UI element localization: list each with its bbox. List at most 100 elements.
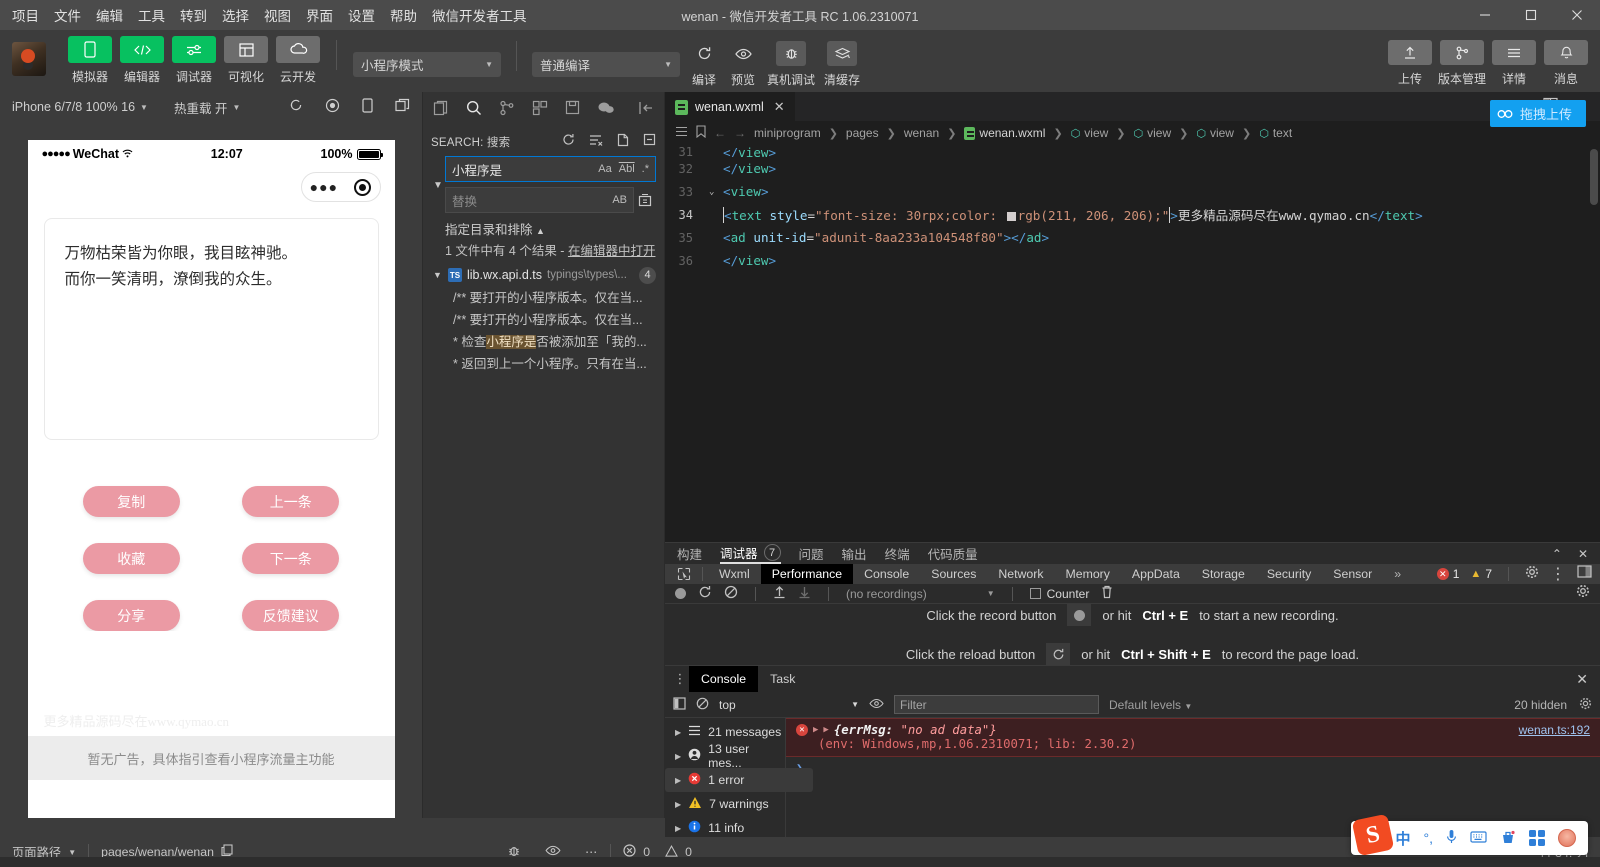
devtab-overflow-icon[interactable]: » xyxy=(1383,564,1412,584)
toolbar-button-visualization[interactable]: 可视化 xyxy=(224,36,268,85)
inspect-element-icon[interactable] xyxy=(671,567,697,581)
devtools-tab-codequality[interactable]: 代码质量 xyxy=(928,543,978,564)
console-filter-eye-icon[interactable] xyxy=(869,697,884,712)
save-all-icon[interactable] xyxy=(565,100,580,120)
console-sidebar-user-messages[interactable]: ▶ 13 user mes... xyxy=(665,742,785,770)
toolbox-icon[interactable] xyxy=(1500,830,1516,847)
match-word-icon[interactable]: Abl xyxy=(619,163,635,175)
counter-checkbox[interactable]: Counter xyxy=(1029,587,1089,601)
search-result-file-row[interactable]: ▼ TS lib.wx.api.d.ts typings\types\... 4 xyxy=(423,261,664,284)
breadcrumb-miniprogram[interactable]: miniprogram xyxy=(754,126,821,140)
search-match-row[interactable]: * 检查小程序是否被添加至「我的... xyxy=(423,328,664,350)
console-context-select[interactable]: top ▼ xyxy=(719,698,859,712)
minimize-icon[interactable] xyxy=(1462,0,1508,30)
reload-record-icon[interactable] xyxy=(698,585,712,602)
menu-item-tools[interactable]: 工具 xyxy=(138,5,165,25)
bookmark-icon[interactable] xyxy=(696,125,706,141)
menu-item-project[interactable]: 项目 xyxy=(12,5,39,25)
menu-item-view[interactable]: 视图 xyxy=(264,5,291,25)
search-match-row[interactable]: * 返回到上一个小程序。只有在当... xyxy=(423,350,664,372)
color-swatch[interactable] xyxy=(1006,212,1016,221)
breadcrumb-view-1[interactable]: ⬡ view xyxy=(1071,126,1109,140)
more-dots-icon[interactable]: ●●● xyxy=(310,179,338,195)
record-screen-icon[interactable] xyxy=(325,98,340,116)
match-case-icon[interactable]: Aa xyxy=(598,163,611,175)
breadcrumb-view-3[interactable]: ⬡ view xyxy=(1196,126,1234,140)
fold-toggle[interactable]: ⌄ xyxy=(709,187,723,197)
breadcrumb-wenan[interactable]: wenan xyxy=(904,126,939,140)
device-select[interactable]: iPhone 6/7/8 100% 16 ▼ xyxy=(12,100,148,114)
clear-search-icon[interactable] xyxy=(589,133,603,152)
search-match-row[interactable]: /** 要打开的小程序版本。仅在当... xyxy=(423,284,664,306)
devtools-tab-build[interactable]: 构建 xyxy=(677,543,702,564)
new-search-editor-icon[interactable] xyxy=(617,133,629,152)
devtab-storage[interactable]: Storage xyxy=(1191,564,1256,584)
collapse-panel-icon[interactable] xyxy=(638,101,654,120)
devtools-tab-debugger[interactable]: 调试器 7 xyxy=(720,543,781,564)
perf-settings-icon[interactable] xyxy=(1576,584,1590,603)
dock-side-icon[interactable] xyxy=(1577,565,1592,583)
code-editor[interactable]: 31 </view> 32 </view> 33 ⌄ <view> 34 <<t… xyxy=(665,145,1600,542)
error-count-badge[interactable]: ✕ 1 xyxy=(1436,567,1459,581)
nav-back-icon[interactable]: ← xyxy=(714,126,726,140)
mic-icon[interactable] xyxy=(1446,829,1457,847)
record-button[interactable] xyxy=(675,588,686,599)
toolbar-button-debugger[interactable]: 调试器 xyxy=(172,36,216,85)
console-error-row[interactable]: ✕ ▶ ▶ {errMsg: "no ad data"} (env: Windo… xyxy=(786,718,1600,757)
outline-icon[interactable] xyxy=(675,126,688,140)
console-filter-input[interactable]: Filter xyxy=(894,695,1099,714)
recordings-select[interactable]: (no recordings) ▼ xyxy=(846,587,995,601)
console-prompt[interactable]: ❯ xyxy=(786,757,1600,779)
toolbar-button-editor[interactable]: 编辑器 xyxy=(120,36,164,85)
next-button[interactable]: 下一条 xyxy=(242,543,340,574)
apps-icon[interactable] xyxy=(1529,830,1545,846)
breadcrumb-pages[interactable]: pages xyxy=(846,126,879,140)
expand-arrow-icon-2[interactable]: ▶ xyxy=(823,725,828,735)
mascot-icon[interactable] xyxy=(1558,829,1576,847)
menu-item-help[interactable]: 帮助 xyxy=(390,5,417,25)
open-in-editor-link[interactable]: 在编辑器中打开 xyxy=(568,244,656,258)
messages-button[interactable]: 消息 xyxy=(1544,40,1588,87)
devtab-appdata[interactable]: AppData xyxy=(1121,564,1191,584)
console-sidebar-warnings[interactable]: ▶ 7 warnings xyxy=(665,792,785,816)
search-icon[interactable] xyxy=(466,100,482,121)
compile-select[interactable]: 普通编译 ▼ xyxy=(532,52,680,77)
detach-window-icon[interactable] xyxy=(395,98,410,116)
breadcrumb-view-2[interactable]: ⬡ view xyxy=(1134,126,1172,140)
nav-forward-icon[interactable]: → xyxy=(734,126,746,140)
breadcrumb-text[interactable]: ⬡ text xyxy=(1259,126,1292,140)
toggle-replace-icon[interactable]: ▼ xyxy=(431,156,445,213)
menu-item-interface[interactable]: 界面 xyxy=(306,5,333,25)
maximize-icon[interactable] xyxy=(1508,0,1554,30)
feedback-button[interactable]: 反馈建议 xyxy=(242,600,340,631)
refresh-search-icon[interactable] xyxy=(562,133,575,152)
gear-icon[interactable] xyxy=(1579,697,1592,713)
drag-upload-tooltip[interactable]: 拖拽上传 xyxy=(1489,100,1586,127)
source-control-icon[interactable] xyxy=(499,100,515,121)
avatar[interactable] xyxy=(12,42,46,76)
mode-select[interactable]: 小程序模式 ▼ xyxy=(353,52,501,77)
replace-input[interactable]: 替换 AB xyxy=(445,187,634,213)
devtab-sensor[interactable]: Sensor xyxy=(1322,564,1383,584)
devtab-performance[interactable]: Performance xyxy=(760,564,854,584)
devtab-console[interactable]: Console xyxy=(853,564,920,584)
clear-recording-icon[interactable] xyxy=(724,585,738,602)
search-match-row[interactable]: /** 要打开的小程序版本。仅在当... xyxy=(423,306,664,328)
hot-reload-select[interactable]: 热重载 开 ▼ xyxy=(174,98,240,117)
close-target-icon[interactable] xyxy=(354,178,372,196)
toolbar-button-simulator[interactable]: 模拟器 xyxy=(68,36,112,85)
load-profile-icon[interactable] xyxy=(773,585,786,602)
chevron-up-icon[interactable]: ⌃ xyxy=(1552,547,1562,561)
console-sidebar-errors[interactable]: ▶ 1 error xyxy=(665,768,813,792)
reload-button-inline[interactable] xyxy=(1046,643,1071,665)
previous-button[interactable]: 上一条 xyxy=(242,486,340,517)
gear-icon[interactable] xyxy=(1525,565,1539,584)
menu-item-settings[interactable]: 设置 xyxy=(348,5,375,25)
preserve-case-icon[interactable]: AB xyxy=(612,194,627,206)
regex-icon[interactable]: .* xyxy=(642,163,649,175)
devtools-tab-terminal[interactable]: 终端 xyxy=(885,543,910,564)
clear-cache-action[interactable]: 清缓存 xyxy=(824,41,860,88)
clear-console-icon[interactable] xyxy=(696,697,709,713)
close-icon[interactable] xyxy=(1554,0,1600,30)
devtab-memory[interactable]: Memory xyxy=(1055,564,1121,584)
